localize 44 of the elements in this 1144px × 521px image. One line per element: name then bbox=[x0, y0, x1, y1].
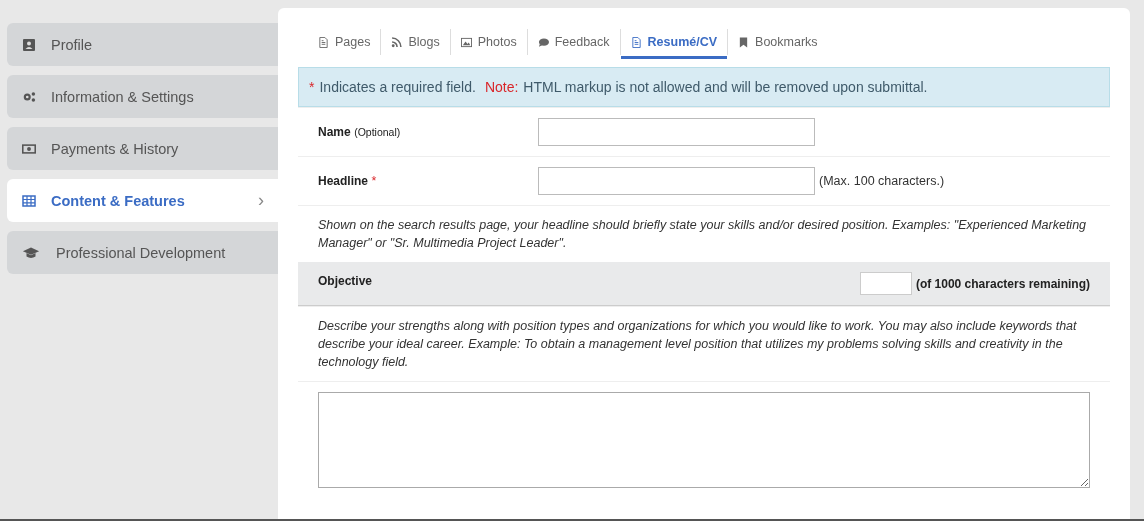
graduation-cap-icon bbox=[22, 245, 40, 260]
chevron-icon: › bbox=[258, 190, 264, 211]
sidebar-item[interactable]: Content & Features › bbox=[7, 179, 278, 222]
bookmark-icon bbox=[738, 36, 750, 48]
sidebar-item[interactable]: Information & Settings bbox=[7, 75, 278, 118]
limit-text: (Max. 100 characters.) bbox=[819, 174, 945, 188]
field-label: Name bbox=[318, 125, 351, 139]
sidebar-item[interactable]: Professional Development bbox=[7, 231, 278, 274]
tab[interactable]: Pages bbox=[308, 28, 381, 59]
counter-label: (of 1000 characters remaining) bbox=[915, 276, 1090, 291]
table-icon bbox=[22, 193, 36, 208]
sidebar-label: Payments & History bbox=[51, 140, 180, 157]
required-mark: * bbox=[309, 79, 315, 95]
tab[interactable]: Blogs bbox=[381, 28, 450, 59]
banknote-icon bbox=[22, 141, 36, 156]
name-field[interactable] bbox=[538, 118, 815, 146]
id-badge-icon bbox=[22, 37, 36, 52]
tab[interactable]: Bookmarks bbox=[728, 28, 828, 59]
counter-field[interactable] bbox=[859, 272, 912, 295]
help-text: Shown on the search results page, your headline should briefly state your skills and/or desired position. Examples: "Experienced Marketing Manager" or "Sr. Multimedia Project Leader". bbox=[318, 218, 1087, 250]
image-icon bbox=[460, 36, 472, 48]
optional-hint: (Optional) bbox=[354, 126, 401, 138]
sidebar-label: Profile bbox=[51, 36, 94, 53]
sidebar-item[interactable]: Profile bbox=[7, 23, 278, 66]
document-icon bbox=[318, 36, 329, 48]
rss-icon bbox=[391, 36, 403, 48]
help-text: Describe your strengths along with position types and organizations for which you would like to work. You may also include keywords that describe your ideal career. Example: To obtain a management level position that utilizes my problems solving skills and creativity in the technology field. bbox=[318, 319, 1077, 369]
notice-text: Indicates a required field. bbox=[319, 79, 476, 95]
section-title: Objective bbox=[318, 274, 373, 288]
required-mark: * bbox=[371, 174, 377, 188]
tab[interactable]: Photos bbox=[450, 28, 527, 59]
sidebar-label: Information & Settings bbox=[51, 88, 195, 105]
tab[interactable]: Feedback bbox=[527, 28, 620, 59]
sidebar-label: Content & Features bbox=[51, 192, 186, 209]
note-label: Note: bbox=[484, 79, 519, 95]
sidebar-item[interactable]: Payments & History bbox=[7, 127, 278, 170]
objective-textarea[interactable] bbox=[318, 392, 1090, 488]
headline-field[interactable] bbox=[538, 167, 815, 195]
sidebar-label: Professional Development bbox=[56, 244, 227, 261]
field-label: Headline bbox=[318, 174, 368, 188]
tab[interactable]: Resumé/CV bbox=[620, 28, 728, 59]
document-icon bbox=[630, 36, 642, 48]
notice-text: HTML markup is not allowed and will be removed upon submittal. bbox=[523, 79, 928, 95]
speech-bubble-icon bbox=[537, 36, 549, 48]
